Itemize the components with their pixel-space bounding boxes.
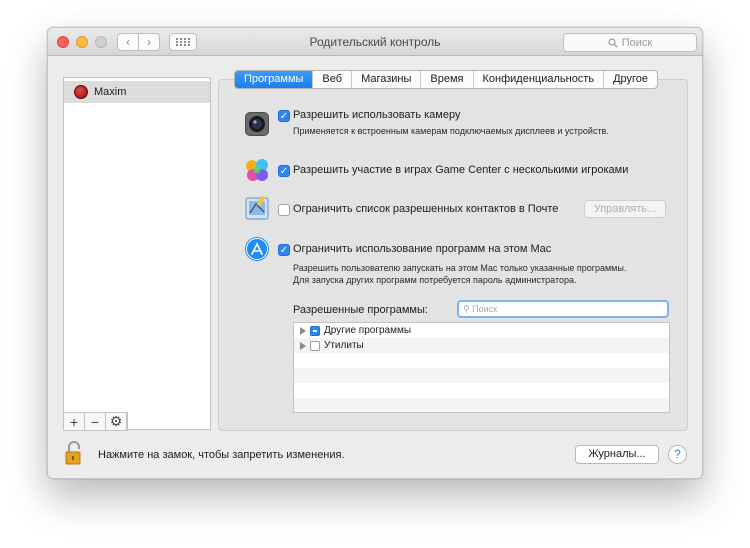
tab-privacy[interactable]: Конфиденциальность [474, 71, 605, 88]
search-icon [608, 37, 618, 47]
app-store-icon [245, 237, 269, 261]
tab-bar: Программы Веб Магазины Время Конфиденциа… [234, 70, 659, 89]
disclosure-triangle-icon[interactable] [300, 326, 306, 335]
limit-apps-desc-2: Для запуска других программ потребуется … [293, 275, 577, 285]
list-item-label: Утилиты [324, 340, 364, 351]
titlebar: ‹ › Родительский контроль Поиск [48, 28, 702, 56]
limit-apps-label: Ограничить использование программ на это… [293, 243, 552, 255]
list-item[interactable]: Утилиты [294, 338, 669, 353]
list-row-empty [294, 353, 669, 368]
limit-apps-checkbox[interactable]: ✓ [278, 244, 290, 256]
game-center-icon [246, 159, 268, 181]
camera-label: Разрешить использовать камеру [293, 109, 461, 121]
remove-user-button[interactable]: − [85, 413, 106, 430]
list-row-empty [294, 398, 669, 412]
user-list: Maxim [63, 77, 211, 430]
manage-contacts-button[interactable]: Управлять... [584, 200, 666, 218]
user-item-maxim[interactable]: Maxim [64, 81, 210, 103]
search-field[interactable]: Поиск [563, 33, 697, 52]
tab-stores[interactable]: Магазины [352, 71, 422, 88]
game-center-checkbox[interactable]: ✓ [278, 165, 290, 177]
disclosure-triangle-icon[interactable] [300, 341, 306, 350]
user-list-toolbar: + − ⚙ [63, 412, 128, 431]
minus-icon: − [90, 413, 100, 430]
action-menu-button[interactable]: ⚙ [106, 413, 127, 430]
search-icon: ⚲ [463, 304, 470, 314]
list-item-label: Другие программы [324, 325, 412, 336]
mail-contacts-checkbox[interactable] [278, 204, 290, 216]
add-user-button[interactable]: + [64, 413, 85, 430]
other-apps-checkbox[interactable] [310, 325, 320, 336]
allowed-apps-search-input[interactable]: ⚲ Поиск [457, 300, 669, 318]
tab-apps[interactable]: Программы [235, 71, 314, 88]
utilities-checkbox[interactable] [310, 340, 320, 351]
limit-apps-desc-1: Разрешить пользователю запускать на этом… [293, 263, 627, 273]
camera-description: Применяется к встроенным камерам подключ… [293, 126, 609, 136]
allowed-apps-list: Другие программы Утилиты [293, 322, 670, 413]
camera-icon [245, 112, 269, 136]
avatar [74, 85, 88, 99]
search-placeholder: Поиск [621, 36, 653, 49]
parental-controls-window: ‹ › Родительский контроль Поиск Maxim + … [47, 27, 703, 479]
mail-contacts-label: Ограничить список разрешенных контактов … [293, 203, 559, 215]
plus-icon: + [69, 413, 79, 430]
tab-time[interactable]: Время [421, 71, 474, 88]
allowed-apps-search-placeholder: Поиск [472, 304, 498, 314]
help-button[interactable]: ? [668, 445, 687, 464]
list-row-empty [294, 368, 669, 383]
user-name: Maxim [94, 86, 127, 98]
logs-button[interactable]: Журналы... [575, 445, 659, 464]
lock-icon[interactable] [65, 441, 85, 465]
lock-hint-text: Нажмите на замок, чтобы запретить измене… [98, 449, 345, 461]
gear-icon: ⚙ [109, 413, 123, 429]
tab-other[interactable]: Другое [604, 71, 657, 88]
list-item[interactable]: Другие программы [294, 323, 669, 338]
mail-contacts-icon [245, 195, 269, 220]
list-row-empty [294, 383, 669, 398]
tab-web[interactable]: Веб [313, 71, 353, 88]
game-center-label: Разрешить участие в играх Game Center с … [293, 164, 629, 176]
camera-checkbox[interactable]: ✓ [278, 110, 290, 122]
allowed-apps-label: Разрешенные программы: [293, 304, 428, 316]
